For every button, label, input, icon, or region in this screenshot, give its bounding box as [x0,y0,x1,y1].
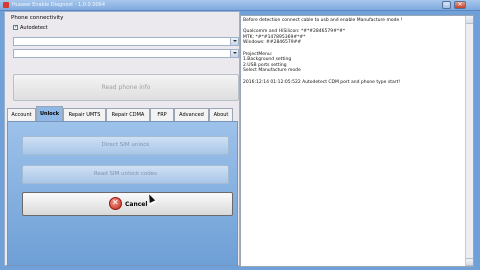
minimize-icon: – [445,1,448,8]
cancel-icon [109,197,122,210]
title-bar: Huawei Enable Diagnost - 1.0.0.0064 – ✕ [0,0,480,11]
close-icon: ✕ [457,1,463,8]
log-output[interactable]: Before detection connect cable to usb an… [240,15,474,267]
log-scrollbar[interactable] [465,16,473,266]
tab-frp[interactable]: FRP [150,108,174,121]
phone-type-combo[interactable] [13,49,239,58]
tab-about[interactable]: About [209,108,233,121]
tab-repair-umts[interactable]: Repair UMTS [63,108,106,121]
cancel-button[interactable]: Cancel [22,192,233,216]
tab-account[interactable]: Account [7,108,36,121]
tab-unlock[interactable]: Unlock [36,106,63,121]
unlock-tab-panel: Direct SIM unlock Read SIM unlock codes … [7,121,238,266]
chevron-down-icon[interactable] [230,38,238,45]
window-title: Huawei Enable Diagnost - 1.0.0.0064 [12,2,106,8]
scroll-down-icon[interactable] [466,258,473,266]
autodetect-label: Autodetect [20,25,48,31]
cancel-label: Cancel [125,201,148,208]
phone-connectivity-group: Phone connectivity Autodetect Read phone… [7,14,239,104]
close-button[interactable]: ✕ [454,1,466,9]
minimize-button[interactable]: – [442,1,451,9]
log-line: 2016:12:14 01:12:05:522 Autodetect CDM p… [243,79,401,85]
chevron-down-icon[interactable] [230,50,238,57]
tab-advanced[interactable]: Advanced [174,108,209,121]
scroll-up-icon[interactable] [466,16,473,24]
read-phone-info-button[interactable]: Read phone info [13,74,239,101]
app-icon [3,2,9,8]
log-text: Before detection connect cable to usb an… [243,18,465,85]
tab-repair-cdma[interactable]: Repair CDMA [106,108,150,121]
port-combo[interactable] [13,37,239,46]
direct-sim-unlock-button[interactable]: Direct SIM unlock [22,136,229,155]
autodetect-checkbox[interactable] [13,24,18,30]
left-panel: Phone connectivity Autodetect Read phone… [4,11,240,266]
phone-connectivity-title: Phone connectivity [11,15,64,21]
read-sim-unlock-codes-button[interactable]: Read SIM unlock codes [22,165,229,184]
